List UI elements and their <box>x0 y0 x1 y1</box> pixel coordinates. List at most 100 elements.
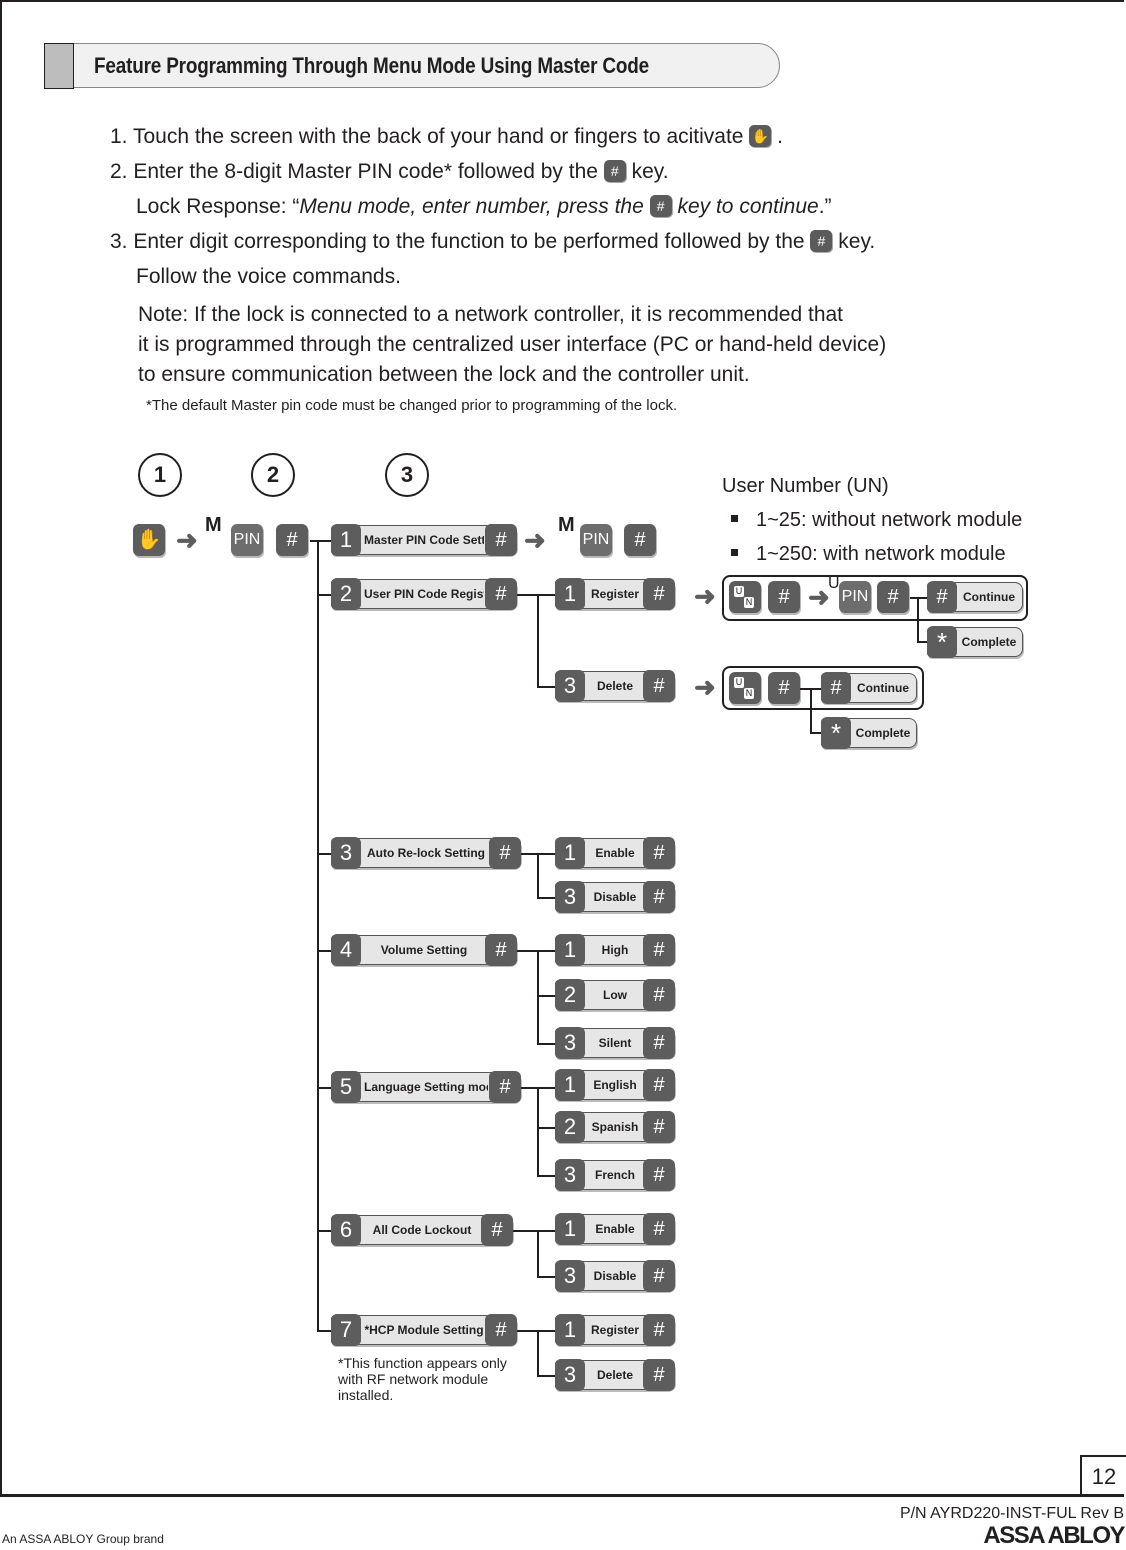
section-title: Feature Programming Through Menu Mode Us… <box>94 53 650 78</box>
menu-label: Volume Setting <box>380 943 468 957</box>
option-disable[interactable]: 3 Disable # <box>555 881 675 913</box>
option-english[interactable]: 1 English # <box>555 1069 675 1101</box>
hash-key: # <box>821 672 851 704</box>
option-french[interactable]: 3 French # <box>555 1159 675 1191</box>
connector-line <box>910 597 928 599</box>
group-brand: An ASSA ABLOY Group brand <box>2 1532 164 1546</box>
option-disable[interactable]: 3 Disable # <box>555 1260 675 1292</box>
option-label: Delete <box>596 1368 634 1382</box>
option-register[interactable]: 1 Register # <box>555 1314 675 1346</box>
hash-key: # <box>643 1069 675 1101</box>
arrow-icon: ➜ <box>694 672 716 702</box>
bullet-text: 1~250: with network module <box>756 543 1006 565</box>
user-number-key: UN <box>729 581 761 613</box>
assa-abloy-logo: ASSA ABLOY <box>983 1522 1125 1549</box>
star-key: * <box>821 717 851 749</box>
connector-line <box>917 597 919 642</box>
user-number-item: 1~250: with network module <box>731 543 1006 566</box>
menu-label: *HCP Module Setting <box>364 1323 484 1337</box>
option-spanish[interactable]: 2 Spanish # <box>555 1111 675 1143</box>
un-n: N <box>744 597 754 608</box>
step-text: 3. Enter digit corresponding to the func… <box>110 230 805 253</box>
hash-key: # <box>643 1260 675 1292</box>
default-code-note: *The default Master pin code must be cha… <box>146 397 678 414</box>
connector-line <box>537 1330 539 1375</box>
complete-option[interactable]: * Complete <box>821 717 917 749</box>
continue-option[interactable]: # Continue <box>927 581 1023 613</box>
network-note: Note: If the lock is connected to a netw… <box>138 300 886 390</box>
option-label: Delete <box>596 679 634 693</box>
option-label: Enable <box>595 846 635 860</box>
master-label: M <box>558 514 575 536</box>
complete-option[interactable]: * Complete <box>927 626 1023 658</box>
menu-label: Master PIN Code Setting <box>364 533 484 547</box>
section-header-tab <box>44 43 74 89</box>
option-enable[interactable]: 1 Enable # <box>555 1213 675 1245</box>
option-enable[interactable]: 1 Enable # <box>555 837 675 869</box>
connector-line <box>537 1276 555 1278</box>
continue-option[interactable]: # Continue <box>821 672 917 704</box>
hash-key: # <box>643 1159 675 1191</box>
hash-key: # <box>485 578 517 610</box>
step-text: Lock Response: “ <box>136 195 300 218</box>
hash-key: # <box>485 1314 517 1346</box>
hash-key-icon: # <box>603 160 626 182</box>
step-circle-3: 3 <box>385 453 429 497</box>
option-label: French <box>594 1168 635 1182</box>
option-label: High <box>601 943 629 957</box>
bullet-icon <box>731 549 738 556</box>
star-key: * <box>927 626 957 658</box>
option-label: Silent <box>598 1036 632 1050</box>
hash-key: # <box>768 581 800 613</box>
footnote-line: installed. <box>338 1387 394 1403</box>
option-delete[interactable]: 3 Delete # <box>555 1359 675 1391</box>
response-text: Menu mode, enter number, press the <box>299 195 644 218</box>
connector-line <box>537 1375 555 1377</box>
user-number-key: UN <box>729 672 761 704</box>
connector-line <box>537 1230 539 1276</box>
menu-item-5[interactable]: 5 Language Setting mode # <box>331 1071 521 1103</box>
option-number-key: 1 <box>555 1069 585 1101</box>
menu-item-4[interactable]: 4 Volume Setting # <box>331 934 517 966</box>
menu-item-6[interactable]: 6 All Code Lockout # <box>331 1214 513 1246</box>
user-label: U <box>828 575 840 592</box>
step-2: 2. Enter the 8-digit Master PIN code* fo… <box>110 160 669 184</box>
option-number-key: 1 <box>555 1314 585 1346</box>
hand-key: ✋ <box>133 524 165 556</box>
un-u: U <box>734 586 744 597</box>
menu-item-2[interactable]: 2User PIN Code Registration# <box>331 578 517 610</box>
option-label: Spanish <box>591 1120 639 1134</box>
hash-key: # <box>489 1071 521 1103</box>
hash-key: # <box>643 881 675 913</box>
option-delete[interactable]: 3 Delete # <box>555 670 675 702</box>
connector-line <box>537 1043 555 1045</box>
option-register[interactable]: 1 Register # <box>555 578 675 610</box>
menu-item-1[interactable]: 1Master PIN Code Setting# <box>331 524 517 556</box>
hash-key: # <box>643 1213 675 1245</box>
menu-number-key: 1 <box>331 524 361 556</box>
page-number: 12 <box>1080 1455 1126 1497</box>
option-label: Register <box>590 587 640 601</box>
note-line: it is programmed through the centralized… <box>138 333 887 356</box>
option-high[interactable]: 1 High # <box>555 934 675 966</box>
option-low[interactable]: 2 Low # <box>555 979 675 1011</box>
un-u: U <box>734 677 744 688</box>
menu-trunk-line <box>317 540 319 1332</box>
menu-number-key: 6 <box>331 1214 361 1246</box>
option-label: English <box>593 1078 637 1092</box>
user-number-title: User Number (UN) <box>722 475 889 497</box>
arrow-icon: ➜ <box>694 581 716 611</box>
connector-line <box>537 995 555 997</box>
hash-key: # <box>927 581 957 613</box>
step-3-followup: Follow the voice commands. <box>136 265 401 288</box>
option-label: Low <box>603 988 627 1002</box>
menu-item-3[interactable]: 3 Auto Re-lock Setting # <box>331 837 521 869</box>
menu-item-7[interactable]: 7 *HCP Module Setting # <box>331 1314 517 1346</box>
hash-key: # <box>643 670 675 702</box>
option-silent[interactable]: 3 Silent # <box>555 1027 675 1059</box>
hash-key: # <box>643 1111 675 1143</box>
hash-key: # <box>643 1027 675 1059</box>
option-label: Complete <box>961 635 1017 649</box>
hash-key: # <box>643 979 675 1011</box>
connector-line <box>537 897 555 899</box>
